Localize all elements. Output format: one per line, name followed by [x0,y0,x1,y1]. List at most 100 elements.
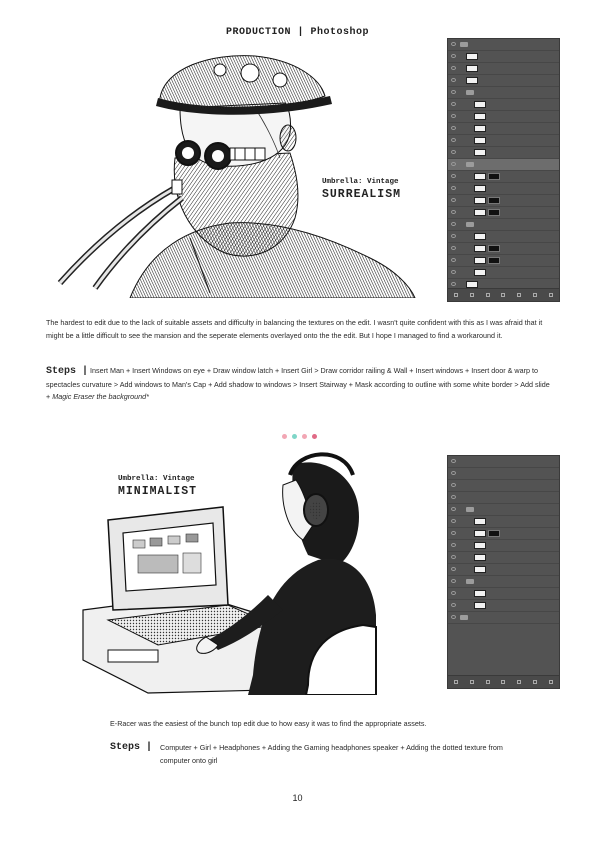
eye-icon[interactable] [451,246,456,250]
layer-row[interactable] [448,63,559,75]
layer-row[interactable] [448,51,559,63]
eye-icon[interactable] [451,282,456,286]
eye-icon[interactable] [451,579,456,583]
layer-row[interactable] [448,552,559,564]
layer-thumbnail [474,518,486,525]
eye-icon[interactable] [451,222,456,226]
layers-panel-1[interactable] [447,38,560,302]
adjustment-layer-icon[interactable] [501,293,506,297]
new-group-icon[interactable] [517,680,522,684]
umbrella-big-text: MINIMALIST [118,485,198,498]
eye-icon[interactable] [451,78,456,82]
layer-row[interactable] [448,516,559,528]
layer-row[interactable] [448,123,559,135]
layer-row[interactable] [448,600,559,612]
eye-icon[interactable] [451,615,456,619]
eye-icon[interactable] [451,495,456,499]
layer-row[interactable] [448,612,559,624]
layer-row[interactable] [448,231,559,243]
new-group-icon[interactable] [517,293,522,297]
eye-icon[interactable] [451,591,456,595]
eye-icon[interactable] [451,186,456,190]
layer-row[interactable] [448,576,559,588]
eye-icon[interactable] [451,54,456,58]
add-mask-icon[interactable] [485,680,490,684]
eye-icon[interactable] [451,519,456,523]
layer-row[interactable] [448,564,559,576]
eye-icon[interactable] [451,150,456,154]
steps-label: Steps | [110,742,153,753]
eye-icon[interactable] [451,42,456,46]
eye-icon[interactable] [451,174,456,178]
layer-row[interactable] [448,504,559,516]
trash-icon[interactable] [548,680,553,684]
layer-row[interactable] [448,99,559,111]
minimalist-description: E-Racer was the easiest of the bunch top… [110,719,427,728]
layer-row[interactable] [448,588,559,600]
layer-style-icon[interactable] [469,680,474,684]
layer-thumbnail [474,209,486,216]
eye-icon[interactable] [451,210,456,214]
layer-row[interactable] [448,255,559,267]
layers-panel-footer [448,675,559,688]
trash-icon[interactable] [548,293,553,297]
link-layers-icon[interactable] [453,293,458,297]
eye-icon[interactable] [451,66,456,70]
eye-icon[interactable] [451,102,456,106]
eye-icon[interactable] [451,567,456,571]
eye-icon[interactable] [451,114,456,118]
layer-row[interactable] [448,195,559,207]
eye-icon[interactable] [451,198,456,202]
layer-row[interactable] [448,219,559,231]
eye-icon[interactable] [451,543,456,547]
layer-row[interactable] [448,243,559,255]
layer-row[interactable] [448,540,559,552]
link-layers-icon[interactable] [453,680,458,684]
folder-icon [466,507,474,512]
layers-panel-2[interactable] [447,455,560,689]
layer-row[interactable] [448,528,559,540]
layer-row[interactable] [448,171,559,183]
divider-dot [312,434,317,439]
layer-row[interactable] [448,135,559,147]
eye-icon[interactable] [451,138,456,142]
layer-row[interactable] [448,183,559,195]
eye-icon[interactable] [451,507,456,511]
new-layer-icon[interactable] [533,680,538,684]
add-mask-icon[interactable] [485,293,490,297]
layer-thumbnail [474,233,486,240]
layer-row[interactable] [448,39,559,51]
layer-row[interactable] [448,468,559,480]
layer-style-icon[interactable] [469,293,474,297]
eye-icon[interactable] [451,126,456,130]
eye-icon[interactable] [451,162,456,166]
new-layer-icon[interactable] [533,293,538,297]
eye-icon[interactable] [451,483,456,487]
eye-icon[interactable] [451,531,456,535]
layer-mask-thumbnail [488,245,500,252]
eye-icon[interactable] [451,270,456,274]
layer-row[interactable] [448,492,559,504]
eye-icon[interactable] [451,471,456,475]
layer-row[interactable] [448,267,559,279]
layer-row[interactable] [448,147,559,159]
layer-row[interactable] [448,456,559,468]
layers-panel-footer [448,288,559,301]
layer-row-selected[interactable] [448,159,559,171]
divider-dot [282,434,287,439]
steps-italic-text: Magic Eraser the background* [52,392,149,401]
folder-icon [460,42,468,47]
layer-row[interactable] [448,75,559,87]
section-divider-dots [282,426,322,444]
layer-row[interactable] [448,87,559,99]
eye-icon[interactable] [451,234,456,238]
eye-icon[interactable] [451,555,456,559]
layer-row[interactable] [448,207,559,219]
eye-icon[interactable] [451,90,456,94]
layer-row[interactable] [448,111,559,123]
layer-row[interactable] [448,480,559,492]
eye-icon[interactable] [451,459,456,463]
eye-icon[interactable] [451,258,456,262]
eye-icon[interactable] [451,603,456,607]
adjustment-layer-icon[interactable] [501,680,506,684]
